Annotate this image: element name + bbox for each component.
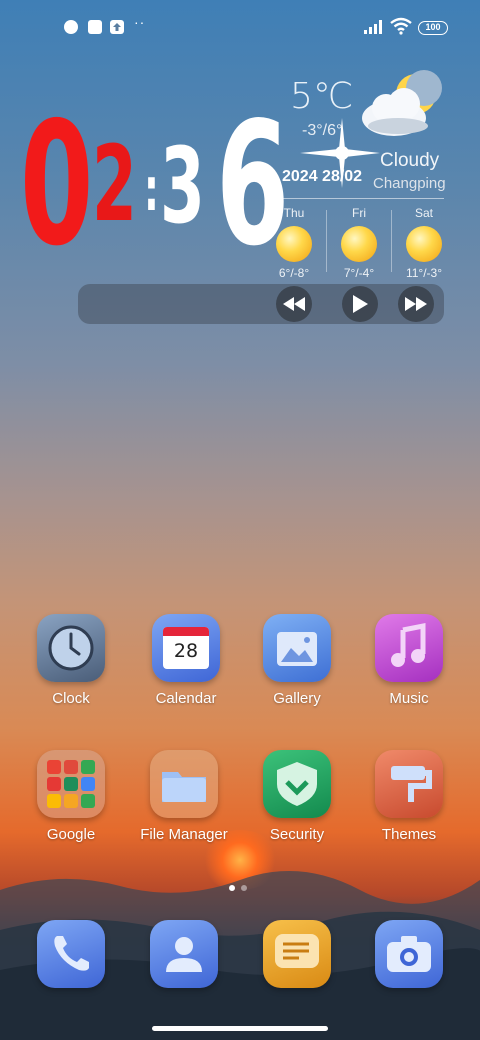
weather-date: 2024 28/02 bbox=[282, 168, 363, 185]
forecast-range: 6°/-8° bbox=[278, 266, 310, 280]
square-icon bbox=[88, 20, 102, 34]
forecast-day: Thu 6°/-8° bbox=[263, 206, 325, 280]
clock-minute-digit-1: 3 bbox=[160, 125, 205, 247]
signal-icon bbox=[364, 20, 382, 34]
gallery-app-icon bbox=[263, 614, 331, 682]
rewind-button[interactable] bbox=[276, 286, 312, 322]
forecast-day: Fri 7°/-4° bbox=[328, 206, 390, 280]
play-icon bbox=[353, 295, 368, 313]
security-app-icon bbox=[263, 750, 331, 818]
camera-icon bbox=[375, 920, 443, 988]
app-label: Security bbox=[269, 826, 325, 843]
play-button[interactable] bbox=[342, 286, 378, 322]
fast-forward-icon bbox=[405, 297, 427, 311]
forecast-day-label: Fri bbox=[352, 206, 366, 220]
more-notifications-dots: ·· bbox=[134, 14, 146, 30]
app-google-folder[interactable]: Google bbox=[21, 750, 121, 843]
page-dot-active bbox=[229, 885, 235, 891]
app-label: File Manager bbox=[140, 826, 228, 843]
weather-temperature: 5℃ bbox=[290, 76, 354, 117]
file-manager-icon bbox=[150, 750, 218, 818]
sunny-icon bbox=[406, 226, 442, 262]
fast-forward-button[interactable] bbox=[398, 286, 434, 322]
dock-camera[interactable] bbox=[359, 920, 459, 988]
app-label: Calendar bbox=[155, 690, 217, 707]
dock-phone[interactable] bbox=[21, 920, 121, 988]
sunny-icon bbox=[341, 226, 377, 262]
messages-icon bbox=[263, 920, 331, 988]
page-dot bbox=[241, 885, 247, 891]
sunny-icon bbox=[276, 226, 312, 262]
app-clock[interactable]: Clock bbox=[21, 614, 121, 707]
app-gallery[interactable]: Gallery bbox=[247, 614, 347, 707]
page-indicator bbox=[226, 878, 250, 896]
rewind-icon bbox=[283, 297, 305, 311]
app-label: Clock bbox=[52, 690, 90, 707]
clock-hour-digit-1: 0 bbox=[20, 86, 94, 284]
music-app-icon bbox=[375, 614, 443, 682]
battery-icon: 100 bbox=[418, 21, 448, 35]
app-label: Google bbox=[46, 826, 96, 843]
notification-app-icon bbox=[64, 20, 78, 34]
forecast-range: 7°/-4° bbox=[343, 266, 375, 280]
status-bar: ·· 100 bbox=[0, 0, 480, 56]
phone-icon bbox=[37, 920, 105, 988]
dock-messages[interactable] bbox=[247, 920, 347, 988]
music-player-bar bbox=[78, 284, 444, 324]
upload-icon bbox=[110, 20, 124, 34]
app-label: Themes bbox=[381, 826, 437, 843]
weather-location: Changping bbox=[373, 175, 446, 192]
forecast-divider bbox=[326, 210, 327, 272]
wifi-icon bbox=[390, 17, 412, 35]
app-file-manager[interactable]: File Manager bbox=[134, 750, 234, 843]
forecast-day-label: Sat bbox=[414, 206, 433, 220]
app-music[interactable]: Music bbox=[359, 614, 459, 707]
calendar-app-icon: 28 bbox=[152, 614, 220, 682]
google-folder-icon bbox=[37, 750, 105, 818]
clock-app-icon bbox=[37, 614, 105, 682]
forecast-divider bbox=[391, 210, 392, 272]
clock-hour-digit-2: 2 bbox=[92, 123, 137, 245]
forecast-day: Sat 11°/-3° bbox=[393, 206, 455, 280]
app-label: Music bbox=[389, 690, 429, 707]
contacts-icon bbox=[150, 920, 218, 988]
home-gesture-bar[interactable] bbox=[152, 1026, 328, 1031]
weather-condition: Cloudy bbox=[380, 150, 440, 171]
forecast-range: 11°/-3° bbox=[405, 266, 443, 280]
calendar-date: 28 bbox=[173, 640, 199, 662]
dock-contacts[interactable] bbox=[134, 920, 234, 988]
clock-separator: : bbox=[144, 155, 159, 225]
weather-divider bbox=[278, 198, 444, 199]
clock-widget[interactable]: 0 2 : 3 6 bbox=[20, 86, 289, 284]
app-security[interactable]: Security bbox=[247, 750, 347, 843]
themes-app-icon bbox=[375, 750, 443, 818]
app-label: Gallery bbox=[273, 690, 321, 707]
forecast-day-label: Thu bbox=[283, 206, 305, 220]
app-themes[interactable]: Themes bbox=[359, 750, 459, 843]
app-calendar[interactable]: 28 Calendar bbox=[136, 614, 236, 707]
